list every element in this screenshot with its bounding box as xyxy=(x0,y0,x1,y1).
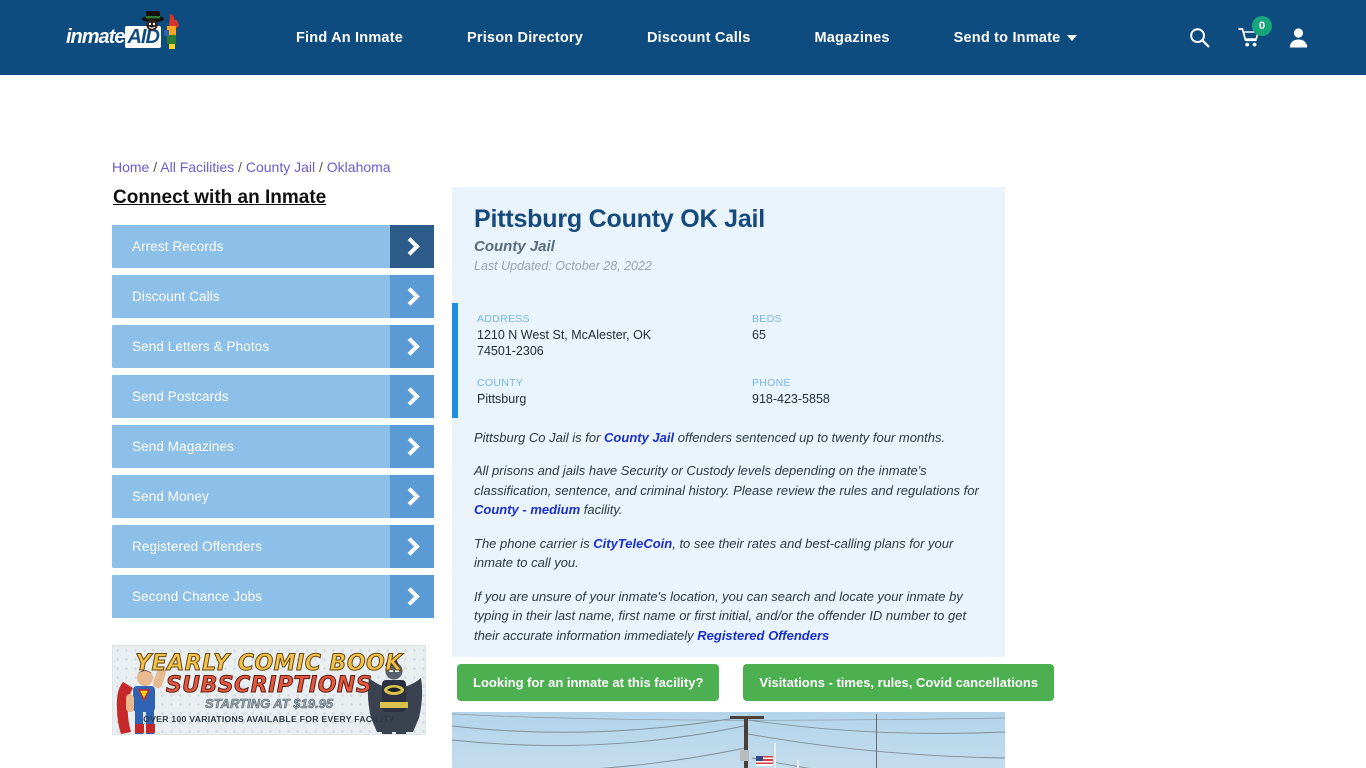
looking-for-inmate-button[interactable]: Looking for an inmate at this facility? xyxy=(457,664,720,701)
p1-text-a: Pittsburg Co Jail is for xyxy=(474,429,605,445)
sidebar-item-label: Send Letters & Photos xyxy=(132,339,270,354)
sidebar-item-arrest-records[interactable]: Arrest Records xyxy=(112,225,434,268)
sidebar-item-label: Send Postcards xyxy=(132,389,229,404)
detail-label: ADDRESS xyxy=(477,313,530,325)
breadcrumb-item-home[interactable]: Home xyxy=(112,159,149,175)
detail-address: ADDRESS 1210 N West St, McAlester, OK 74… xyxy=(477,313,752,359)
facility-info-card: Pittsburg County OK Jail County Jail Las… xyxy=(452,187,1005,657)
facility-type-subtitle: County Jail xyxy=(474,238,555,255)
comic-book-ad-banner[interactable]: YEARLY COMIC BOOK SUBSCRIPTIONS STARTING… xyxy=(112,645,426,735)
detail-value: Pittsburg xyxy=(477,392,527,407)
last-updated-text: Last Updated: October 28, 2022 xyxy=(474,259,652,273)
site-logo[interactable]: inmate AID xyxy=(66,10,198,60)
nav-magazines[interactable]: Magazines xyxy=(783,30,922,46)
breadcrumb-separator: / xyxy=(149,159,161,175)
flagpole-us xyxy=(774,743,776,768)
detail-label: BEDS xyxy=(752,313,782,325)
chevron-right-icon xyxy=(390,425,434,468)
chevron-right-icon xyxy=(390,525,434,568)
page-title: Pittsburg County OK Jail xyxy=(474,205,766,233)
sidebar-item-label: Send Money xyxy=(132,489,209,504)
search-icon[interactable] xyxy=(1189,27,1210,48)
cta-button-row: Looking for an inmate at this facility? … xyxy=(457,664,1055,701)
chevron-right-icon xyxy=(390,225,434,268)
nav-send-to-inmate[interactable]: Send to Inmate xyxy=(922,30,1110,46)
sidebar-item-registered-offenders[interactable]: Registered Offenders xyxy=(112,525,434,568)
chevron-right-icon xyxy=(390,375,434,418)
nav-find-an-inmate[interactable]: Find An Inmate xyxy=(264,30,435,46)
sidebar-title: Connect with an Inmate xyxy=(113,187,327,208)
detail-label: COUNTY xyxy=(477,377,524,390)
detail-label: PHONE xyxy=(752,377,791,390)
link-county-jail[interactable]: County Jail xyxy=(604,430,674,445)
logo-text-main: inmate xyxy=(66,26,125,48)
sidebar-item-discount-calls[interactable]: Discount Calls xyxy=(112,275,434,318)
chevron-right-icon xyxy=(390,575,434,618)
detail-county: COUNTY Pittsburg xyxy=(477,377,752,408)
breadcrumb-separator: / xyxy=(234,159,246,175)
p2-text-a: All prisons and jails have Security or C… xyxy=(474,463,979,498)
paragraph-4: If you are unsure of your inmate's locat… xyxy=(474,587,987,646)
main-navigation: Find An Inmate Prison Directory Discount… xyxy=(264,30,1109,46)
mascot-logo-icon xyxy=(142,10,179,49)
chevron-down-icon xyxy=(1067,34,1078,41)
link-registered-offenders[interactable]: Registered Offenders xyxy=(697,628,829,643)
p3-text-a: The phone carrier is xyxy=(474,535,594,551)
sidebar: Connect with an Inmate Arrest Records Di… xyxy=(112,187,434,625)
antenna-mast xyxy=(876,714,878,768)
detail-beds: BEDS 65 xyxy=(752,313,983,359)
breadcrumb-item-oklahoma[interactable]: Oklahoma xyxy=(327,159,391,175)
us-flag-icon xyxy=(756,756,773,766)
paragraph-2: All prisons and jails have Security or C… xyxy=(474,461,987,520)
ad-price-line: STARTING AT $19.95 xyxy=(204,696,334,712)
detail-phone: PHONE 918-423-5858 xyxy=(752,377,983,408)
visitations-button[interactable]: Visitations - times, rules, Covid cancel… xyxy=(743,664,1055,701)
sidebar-item-second-chance-jobs[interactable]: Second Chance Jobs xyxy=(112,575,434,618)
breadcrumb-item-all-facilities[interactable]: All Facilities xyxy=(160,159,234,175)
flagpole-oklahoma xyxy=(797,760,799,768)
ad-subtext-line: OVER 100 VARIATIONS AVAILABLE FOR EVERY … xyxy=(143,714,395,724)
detail-value: 1210 N West St, McAlester, OK 74501-2306 xyxy=(477,328,652,358)
cart-icon[interactable]: 0 xyxy=(1238,16,1272,48)
facility-description: Pittsburg Co Jail is for County Jail off… xyxy=(452,420,1005,646)
sidebar-item-label: Arrest Records xyxy=(132,239,224,254)
utility-transformer xyxy=(740,750,749,761)
sidebar-item-send-letters-photos[interactable]: Send Letters & Photos xyxy=(112,325,434,368)
facility-details-grid: ADDRESS 1210 N West St, McAlester, OK 74… xyxy=(452,303,1005,420)
chevron-right-icon xyxy=(390,475,434,518)
chevron-right-icon xyxy=(390,275,434,318)
sidebar-item-label: Send Magazines xyxy=(132,439,234,454)
sidebar-item-label: Registered Offenders xyxy=(132,539,263,554)
power-lines-overlay xyxy=(452,713,1005,768)
cart-count-badge: 0 xyxy=(1252,16,1272,36)
nav-send-to-inmate-label: Send to Inmate xyxy=(953,29,1061,46)
p1-text-b: offenders sentenced up to twenty four mo… xyxy=(674,429,946,445)
utility-crossarm xyxy=(730,716,764,719)
detail-value: 918-423-5858 xyxy=(752,392,830,407)
paragraph-1: Pittsburg Co Jail is for County Jail off… xyxy=(474,428,987,448)
sidebar-item-label: Second Chance Jobs xyxy=(132,589,263,604)
detail-value: 65 xyxy=(752,328,766,342)
ad-headline-line2: SUBSCRIPTIONS xyxy=(165,673,373,699)
link-county-medium[interactable]: County - medium xyxy=(474,502,580,517)
paragraph-3: The phone carrier is CityTeleCoin, to se… xyxy=(474,534,987,573)
sidebar-item-send-postcards[interactable]: Send Postcards xyxy=(112,375,434,418)
nav-discount-calls[interactable]: Discount Calls xyxy=(615,30,783,46)
p2-text-b: facility. xyxy=(580,502,623,518)
chevron-right-icon xyxy=(390,325,434,368)
sidebar-item-label: Discount Calls xyxy=(132,289,220,304)
link-cityteleCoin[interactable]: CityTeleCoin xyxy=(593,536,672,551)
nav-prison-directory[interactable]: Prison Directory xyxy=(435,30,615,46)
user-account-icon[interactable] xyxy=(1289,27,1308,48)
site-header: inmate AID Find An Inmate Prison Director… xyxy=(0,0,1366,75)
breadcrumb-item-county-jail[interactable]: County Jail xyxy=(246,159,315,175)
breadcrumb-separator: / xyxy=(315,159,327,175)
header-icon-group: 0 xyxy=(1189,0,1308,75)
sidebar-item-send-money[interactable]: Send Money xyxy=(112,475,434,518)
sidebar-item-send-magazines[interactable]: Send Magazines xyxy=(112,425,434,468)
facility-exterior-photo: PITTSBURG COUNTY CRIMINAL JUSTICE CENTER xyxy=(452,712,1005,768)
breadcrumb: Home / All Facilities / County Jail / Ok… xyxy=(112,159,391,175)
